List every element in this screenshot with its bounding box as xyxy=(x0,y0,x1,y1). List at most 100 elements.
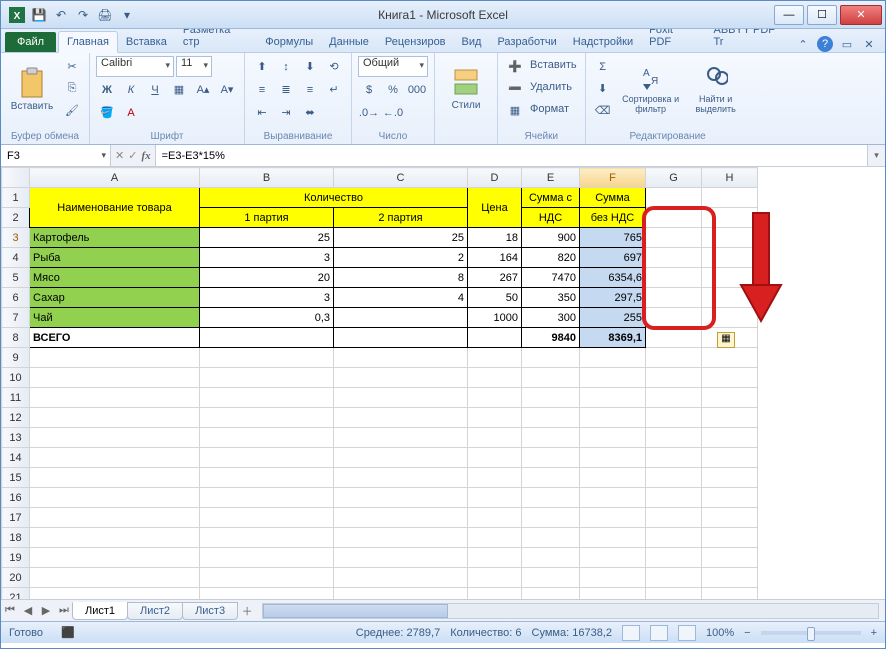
align-middle-icon[interactable]: ↕ xyxy=(275,56,297,77)
decrease-indent-icon[interactable]: ⇤ xyxy=(251,102,273,123)
cell[interactable]: 8369,1 xyxy=(580,328,646,348)
row-header[interactable]: 14 xyxy=(2,448,30,468)
column-header[interactable]: F xyxy=(580,168,646,188)
cell[interactable]: 8 xyxy=(334,268,468,288)
column-header[interactable]: A xyxy=(30,168,200,188)
cell[interactable] xyxy=(334,448,468,468)
wrap-text-icon[interactable]: ↵ xyxy=(323,79,345,100)
tab-formulas[interactable]: Формулы xyxy=(257,32,321,52)
italic-button[interactable]: К xyxy=(120,79,142,100)
grow-font-icon[interactable]: A▴ xyxy=(192,79,214,100)
cell[interactable] xyxy=(646,488,702,508)
cell[interactable]: 900 xyxy=(522,228,580,248)
cell[interactable] xyxy=(702,568,758,588)
cell[interactable] xyxy=(646,388,702,408)
cell[interactable]: 0,3 xyxy=(200,308,334,328)
find-select-button[interactable]: Найти и выделить xyxy=(688,56,744,122)
help-icon[interactable]: ? xyxy=(817,36,833,52)
cell[interactable] xyxy=(702,308,758,328)
cell[interactable] xyxy=(702,248,758,268)
row-header[interactable]: 16 xyxy=(2,488,30,508)
cell[interactable] xyxy=(646,328,702,348)
cell[interactable]: НДС xyxy=(522,208,580,228)
cell[interactable] xyxy=(334,308,468,328)
print-preview-icon[interactable]: 🖨 xyxy=(95,5,115,25)
cell[interactable] xyxy=(334,348,468,368)
cell[interactable]: Рыба xyxy=(30,248,200,268)
cell[interactable] xyxy=(30,548,200,568)
sheet-nav-prev-icon[interactable]: ◀ xyxy=(19,602,37,620)
fill-icon[interactable]: ⬇ xyxy=(592,78,614,99)
sheet-tab[interactable]: Лист3 xyxy=(182,602,238,620)
cell[interactable]: 297,5 xyxy=(580,288,646,308)
cell[interactable]: Мясо xyxy=(30,268,200,288)
cell[interactable] xyxy=(468,588,522,600)
cell[interactable]: 50 xyxy=(468,288,522,308)
cell[interactable] xyxy=(30,408,200,428)
cell[interactable]: Сумма xyxy=(580,188,646,208)
cell[interactable] xyxy=(646,228,702,248)
comma-style-icon[interactable]: 000 xyxy=(406,79,428,100)
cell[interactable] xyxy=(646,528,702,548)
cell[interactable] xyxy=(468,508,522,528)
tab-view[interactable]: Вид xyxy=(454,32,490,52)
cell[interactable] xyxy=(468,488,522,508)
cell[interactable] xyxy=(702,188,758,208)
cell[interactable]: Наименование товара xyxy=(30,188,200,228)
tab-home[interactable]: Главная xyxy=(58,31,118,53)
cell[interactable] xyxy=(334,428,468,448)
row-header[interactable]: 13 xyxy=(2,428,30,448)
row-header[interactable]: 20 xyxy=(2,568,30,588)
cell[interactable] xyxy=(468,328,522,348)
macro-record-icon[interactable]: ⬛ xyxy=(61,626,75,639)
cell[interactable] xyxy=(522,468,580,488)
cell[interactable] xyxy=(580,568,646,588)
cancel-formula-icon[interactable]: ✕ xyxy=(115,149,124,162)
tab-review[interactable]: Рецензиров xyxy=(377,32,454,52)
cut-icon[interactable]: ✂ xyxy=(61,56,83,77)
cell[interactable] xyxy=(334,368,468,388)
cell[interactable] xyxy=(646,468,702,488)
row-header[interactable]: 7 xyxy=(2,308,30,328)
cell[interactable] xyxy=(334,408,468,428)
tab-data[interactable]: Данные xyxy=(321,32,377,52)
row-header[interactable]: 18 xyxy=(2,528,30,548)
cell[interactable] xyxy=(522,448,580,468)
cell[interactable] xyxy=(702,348,758,368)
autofill-options-icon[interactable]: ▦ xyxy=(717,332,735,348)
fill-color-button[interactable]: 🪣 xyxy=(96,102,118,123)
cell[interactable] xyxy=(30,508,200,528)
cell[interactable]: Картофель xyxy=(30,228,200,248)
cell[interactable] xyxy=(334,488,468,508)
cell[interactable]: ВСЕГО xyxy=(30,328,200,348)
cell[interactable] xyxy=(200,588,334,600)
cell[interactable] xyxy=(646,348,702,368)
cell[interactable] xyxy=(522,528,580,548)
cell[interactable] xyxy=(522,368,580,388)
qat-dropdown-icon[interactable]: ▾ xyxy=(117,5,137,25)
cell[interactable] xyxy=(702,468,758,488)
row-header[interactable]: 21 xyxy=(2,588,30,600)
new-sheet-icon[interactable]: ＋ xyxy=(238,602,256,620)
cell[interactable]: Чай xyxy=(30,308,200,328)
cell[interactable] xyxy=(200,448,334,468)
cell[interactable] xyxy=(30,588,200,600)
cell[interactable] xyxy=(646,308,702,328)
cell[interactable]: Количество xyxy=(200,188,468,208)
cell[interactable] xyxy=(334,468,468,488)
view-layout-icon[interactable] xyxy=(650,625,668,641)
cell[interactable] xyxy=(334,328,468,348)
row-header[interactable]: 12 xyxy=(2,408,30,428)
cell[interactable] xyxy=(646,408,702,428)
cell[interactable] xyxy=(468,368,522,388)
cell[interactable]: 765 xyxy=(580,228,646,248)
tab-insert[interactable]: Вставка xyxy=(118,32,175,52)
column-header[interactable]: G xyxy=(646,168,702,188)
font-name-combo[interactable]: Calibri xyxy=(96,56,174,77)
cell[interactable] xyxy=(646,428,702,448)
save-icon[interactable]: 💾 xyxy=(29,5,49,25)
row-header[interactable]: 11 xyxy=(2,388,30,408)
cell[interactable] xyxy=(702,368,758,388)
cell[interactable]: 9840 xyxy=(522,328,580,348)
cell[interactable]: 7470 xyxy=(522,268,580,288)
